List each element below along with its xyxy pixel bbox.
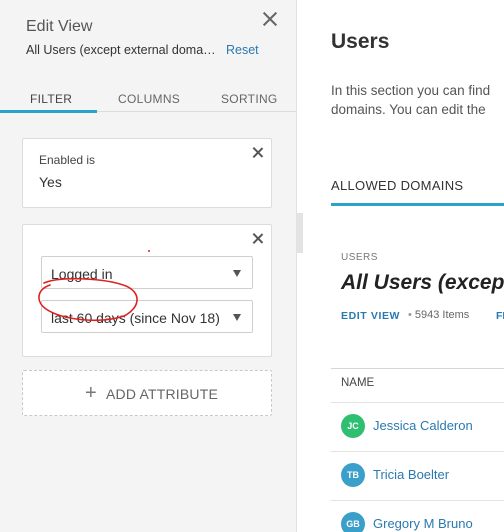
select-value: Logged in: [51, 266, 113, 282]
avatar: GB: [341, 512, 365, 532]
filter-card-logged-in: Logged in last 60 days (since Nov 18): [22, 224, 272, 357]
close-icon[interactable]: [251, 232, 264, 245]
close-icon[interactable]: [251, 146, 264, 159]
intro-text: In this section you can find domains. Yo…: [331, 81, 504, 119]
active-tab-indicator: [0, 110, 97, 113]
tab-filter[interactable]: FILTER: [30, 92, 72, 106]
divider: [331, 451, 504, 452]
user-name-link[interactable]: Tricia Boelter: [373, 467, 449, 482]
divider: [331, 368, 504, 369]
chevron-down-icon: [233, 314, 241, 321]
reset-link[interactable]: Reset: [226, 43, 259, 57]
panel-tabs: FILTER COLUMNS SORTING: [0, 86, 297, 113]
intro-line: In this section you can find: [331, 83, 491, 98]
item-count-value: 5943 Items: [414, 309, 470, 321]
users-page: Users In this section you can find domai…: [304, 0, 504, 532]
chevron-down-icon: [233, 270, 241, 277]
filter-label: Enabled is: [39, 153, 96, 167]
close-icon[interactable]: [261, 10, 279, 28]
user-name-link[interactable]: Gregory M Bruno: [373, 516, 473, 531]
item-count: • 5943 Items: [408, 309, 470, 321]
view-name: All Users (except external domai…: [26, 43, 218, 57]
add-attribute-button[interactable]: + ADD ATTRIBUTE: [22, 370, 272, 416]
user-name-link[interactable]: Jessica Calderon: [373, 418, 473, 433]
tab-sorting[interactable]: SORTING: [221, 92, 278, 106]
panel-resize-handle[interactable]: [297, 213, 303, 253]
edit-view-panel: Edit View All Users (except external dom…: [0, 0, 297, 532]
filter-field-select[interactable]: Logged in: [41, 256, 253, 289]
column-header-name[interactable]: NAME: [341, 377, 374, 389]
tab-allowed-domains[interactable]: ALLOWED DOMAINS: [331, 178, 463, 193]
avatar: JC: [341, 414, 365, 438]
panel-title: Edit View: [26, 18, 93, 35]
intro-line: domains. You can edit the: [331, 102, 486, 117]
list-title: All Users (excep: [341, 271, 504, 294]
list-label: USERS: [341, 252, 378, 263]
avatar: TB: [341, 463, 365, 487]
filter-card-enabled: Enabled is Yes: [22, 138, 272, 208]
tab-columns[interactable]: COLUMNS: [118, 92, 180, 106]
edit-view-button[interactable]: EDIT VIEW: [341, 310, 400, 322]
add-attribute-label: ADD ATTRIBUTE: [106, 386, 219, 402]
active-tab-indicator: [331, 203, 504, 206]
divider: [331, 402, 504, 403]
plus-icon: +: [85, 382, 97, 404]
page-title: Users: [331, 30, 390, 53]
divider: [331, 500, 504, 501]
select-value: last 60 days (since Nov 18): [51, 310, 220, 326]
filter-value: Yes: [39, 174, 62, 190]
filter-link[interactable]: FI: [496, 310, 504, 322]
filter-period-select[interactable]: last 60 days (since Nov 18): [41, 300, 253, 333]
